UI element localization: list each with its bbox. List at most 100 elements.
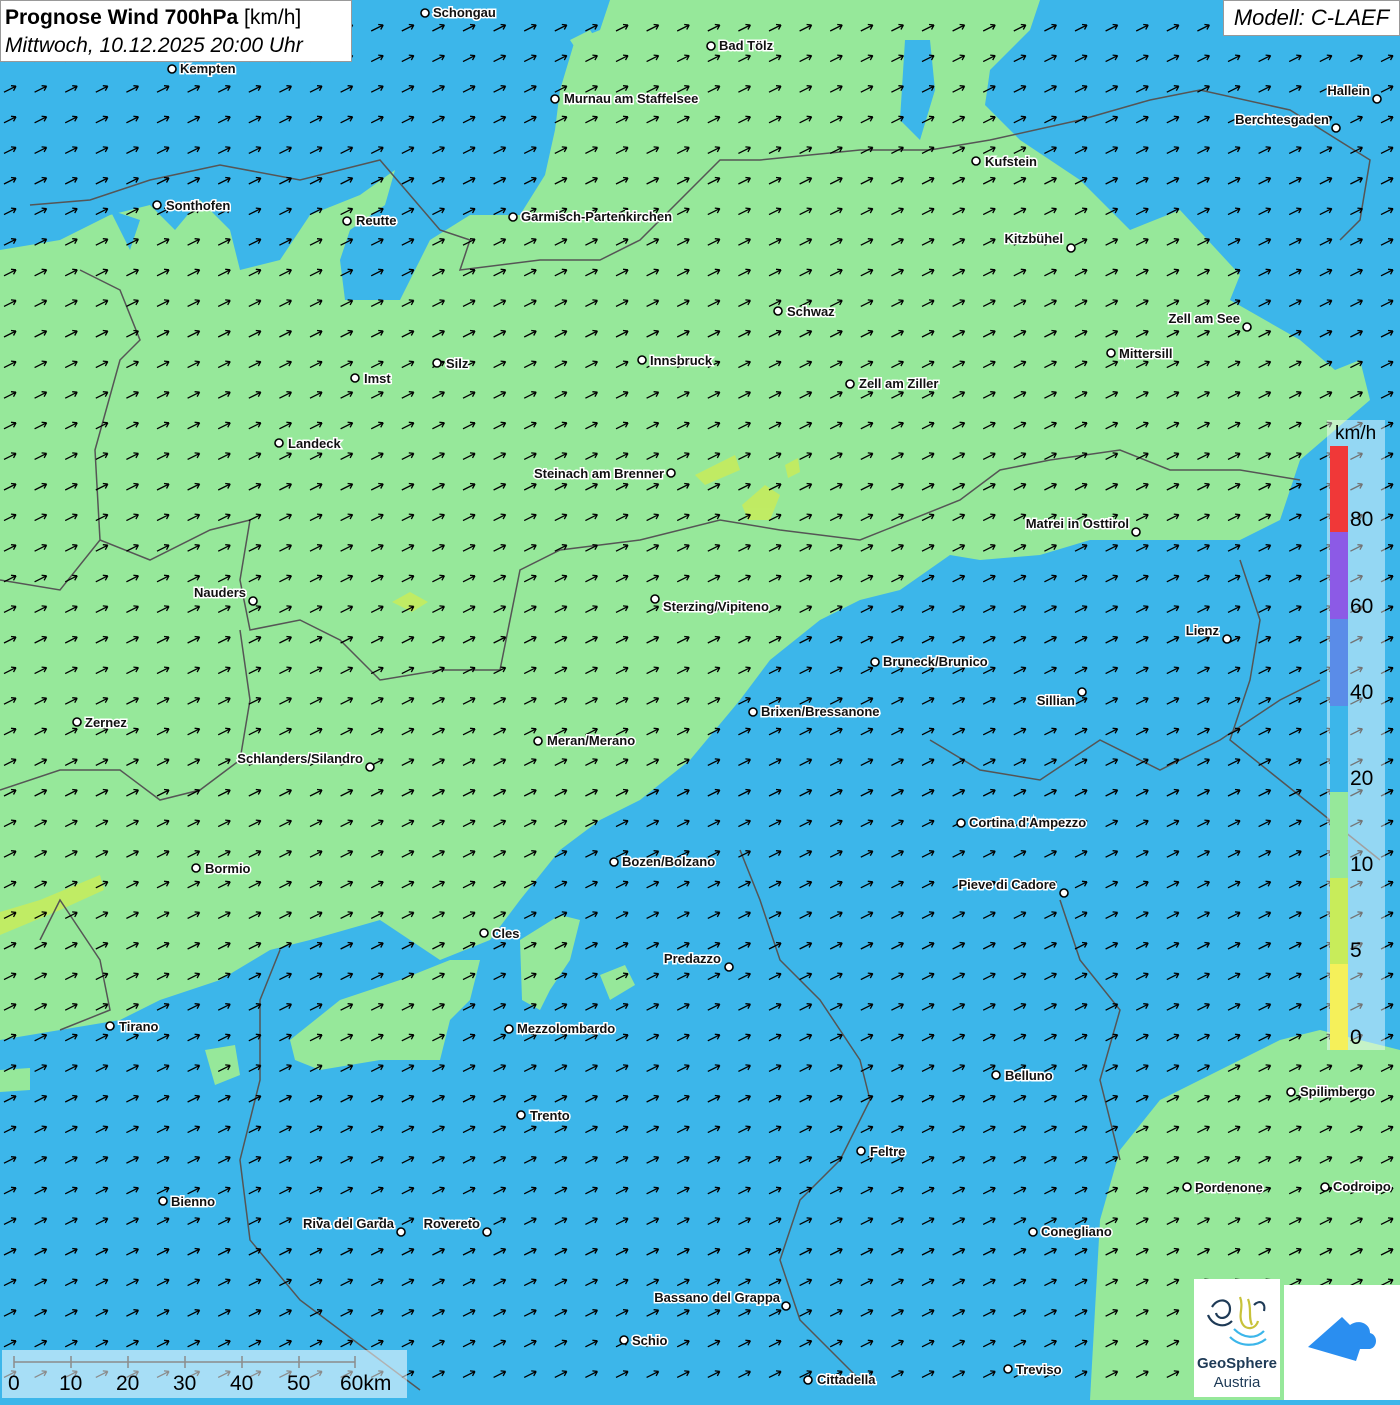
legend-swatch-0-5: [1330, 964, 1348, 1050]
legend-swatch-10-20: [1330, 792, 1348, 878]
map-title-unit: [km/h]: [244, 6, 302, 29]
city-marker: [350, 373, 360, 383]
city-marker: [650, 594, 660, 604]
city-marker: [748, 707, 758, 717]
city-label: Kitzbühel: [1005, 231, 1064, 246]
city-marker: [1003, 1364, 1013, 1374]
scalebar-label-0: 0: [8, 1372, 20, 1395]
legend-tick-40: 40: [1350, 681, 1374, 704]
city-marker: [1106, 348, 1116, 358]
city-marker: [609, 857, 619, 867]
city-label: Feltre: [870, 1144, 905, 1159]
city-marker: [870, 657, 880, 667]
wind-map: Schongau Kempten Bad Tölz Murnau am Staffel…: [0, 0, 1400, 1400]
legend-swatch-60-80: [1330, 532, 1348, 619]
city-label: Murnau am Staffelsee: [564, 91, 698, 106]
city-label: Bormio: [205, 861, 251, 876]
city-label: Zernez: [85, 715, 127, 730]
city-label: Sonthofen: [166, 198, 230, 213]
map-title: Prognose Wind 700hPa [km/h]: [5, 4, 347, 32]
city-label: Landeck: [288, 436, 342, 451]
scalebar-label-20: 20: [116, 1372, 140, 1395]
geosphere-logo: GeoSphere Austria: [1194, 1279, 1280, 1397]
city-marker: [152, 200, 162, 210]
weather-app-logo: [1284, 1285, 1400, 1400]
city-label: Sterzing/Vipiteno: [663, 599, 769, 614]
city-label: Schongau: [433, 5, 496, 20]
city-label: Brixen/Bressanone: [761, 704, 880, 719]
geosphere-logo-name: GeoSphere: [1196, 1355, 1278, 1372]
city-label: Hallein: [1327, 83, 1370, 98]
city-label: Reutte: [356, 213, 396, 228]
city-marker: [1242, 322, 1252, 332]
model-label: Modell: C-LAEF: [1223, 0, 1400, 36]
city-marker: [550, 94, 560, 104]
legend-tick-60: 60: [1350, 595, 1374, 618]
scalebar-label-10: 10: [59, 1372, 83, 1395]
legend-tick-80: 80: [1350, 508, 1374, 531]
city-marker: [803, 1375, 813, 1385]
city-marker: [508, 212, 518, 222]
city-marker: [956, 818, 966, 828]
city-marker: [516, 1110, 526, 1120]
legend-swatch-80-plus: [1330, 446, 1348, 532]
city-marker: [856, 1146, 866, 1156]
legend-tick-0: 0: [1350, 1026, 1362, 1049]
city-marker: [1028, 1227, 1038, 1237]
city-marker: [105, 1021, 115, 1031]
city-label: Predazzo: [664, 951, 721, 966]
city-label: Cles: [492, 926, 519, 941]
city-label: Cittadella: [817, 1372, 876, 1387]
map-title-main: Prognose Wind 700hPa: [5, 6, 239, 29]
city-label: Sillian: [1037, 693, 1075, 708]
city-marker: [72, 717, 82, 727]
city-label: Conegliano: [1041, 1224, 1112, 1239]
city-label: Schlanders/Silandro: [237, 751, 363, 766]
city-label: Bienno: [171, 1194, 215, 1209]
city-marker: [158, 1196, 168, 1206]
city-marker: [248, 596, 258, 606]
city-marker: [991, 1070, 1001, 1080]
city-label: Lienz: [1186, 623, 1220, 638]
city-label: Silz: [446, 356, 469, 371]
city-marker: [342, 216, 352, 226]
legend-swatch-40-60: [1330, 619, 1348, 706]
city-label: Schwaz: [787, 304, 835, 319]
color-legend: km/h 80 60 40 20 10 5 0: [1327, 420, 1385, 1050]
city-marker: [1131, 527, 1141, 537]
city-label: Treviso: [1016, 1362, 1062, 1377]
city-label: Bassano del Grappa: [654, 1290, 780, 1305]
city-label: Pieve di Cadore: [958, 877, 1056, 892]
city-label: Tirano: [119, 1019, 159, 1034]
city-marker: [365, 762, 375, 772]
city-label: Kufstein: [985, 154, 1037, 169]
city-label: Nauders: [194, 585, 246, 600]
scalebar-label-50: 50: [287, 1372, 311, 1395]
city-label: Spilimbergo: [1300, 1084, 1375, 1099]
city-marker: [1077, 687, 1087, 697]
city-label: Zell am Ziller: [859, 376, 938, 391]
city-label: Mittersill: [1119, 346, 1172, 361]
city-marker: [1372, 94, 1382, 104]
city-label: Belluno: [1005, 1068, 1053, 1083]
city-label: Codroipo: [1333, 1179, 1391, 1194]
city-marker: [781, 1301, 791, 1311]
city-marker: [479, 928, 489, 938]
legend-tick-20: 20: [1350, 767, 1374, 790]
scalebar-label-60km: 60km: [340, 1372, 392, 1395]
city-label: Innsbruck: [650, 353, 713, 368]
legend-tick-10: 10: [1350, 853, 1374, 876]
city-label: Bozen/Bolzano: [622, 854, 715, 869]
city-label: Bad Tölz: [719, 38, 774, 53]
city-label: Mezzolombardo: [517, 1021, 615, 1036]
city-marker: [191, 863, 201, 873]
city-label: Kempten: [180, 61, 236, 76]
city-label: Rovereto: [424, 1216, 480, 1231]
legend-unit: km/h: [1335, 423, 1377, 444]
city-label: Imst: [364, 371, 391, 386]
city-marker: [432, 358, 442, 368]
city-label: Berchtesgaden: [1235, 112, 1329, 127]
city-marker: [420, 8, 430, 18]
city-marker: [1066, 243, 1076, 253]
city-marker: [666, 468, 676, 478]
